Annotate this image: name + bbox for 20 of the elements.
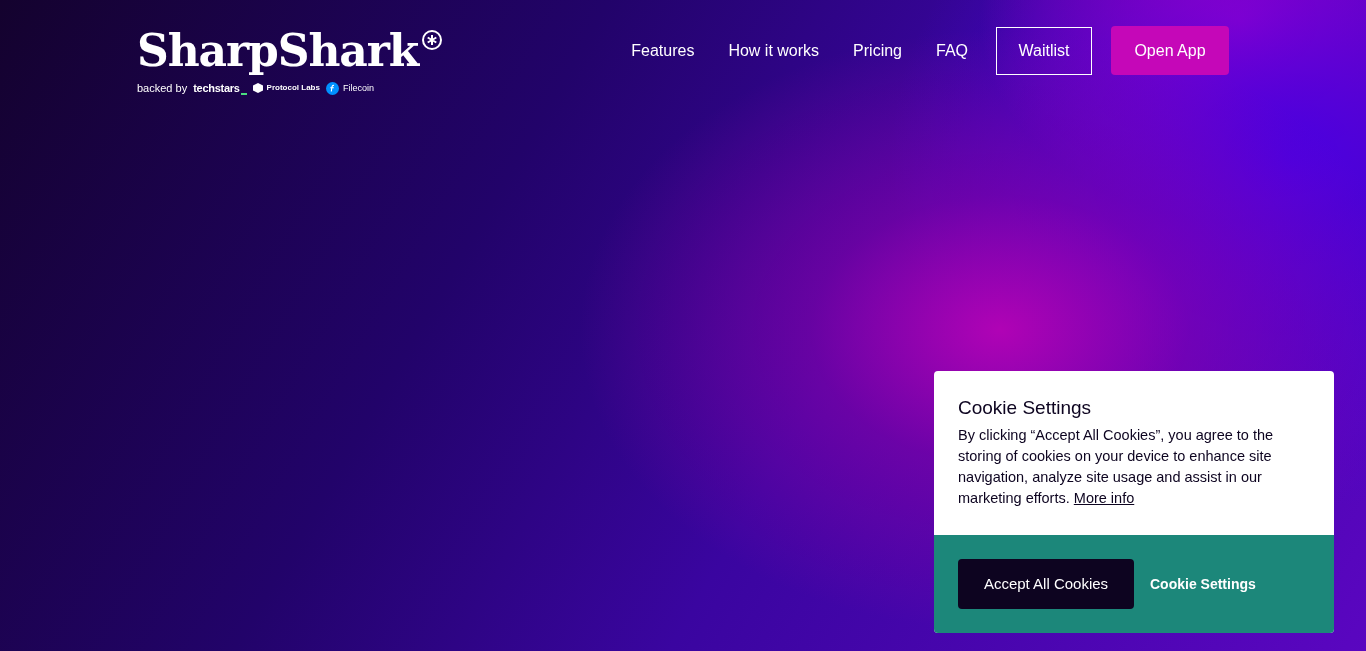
- underscore-mark: [240, 92, 247, 95]
- more-info-link[interactable]: More info: [1073, 490, 1135, 506]
- cookie-title: Cookie Settings: [958, 397, 1093, 419]
- backer-logo: Filecoin: [342, 81, 374, 95]
- nav-link[interactable]: Features: [614, 30, 712, 71]
- coin-icon: [325, 81, 339, 95]
- backer-logo: Protocol Labs: [266, 82, 320, 95]
- backer-logo: techstars: [193, 81, 240, 96]
- nav-link[interactable]: How it works: [711, 30, 837, 71]
- cube-icon: [252, 83, 263, 94]
- nav-link[interactable]: Pricing: [836, 30, 919, 71]
- logo[interactable]: SharpShark: [137, 26, 419, 76]
- accept-cookies-button[interactable]: Accept All Cookies: [958, 559, 1134, 609]
- waitlist-button[interactable]: Waitlist: [996, 26, 1092, 75]
- asterisk-icon: [422, 30, 443, 50]
- cookie-settings-button[interactable]: Cookie Settings: [1150, 573, 1256, 595]
- cookie-text: By clicking “Accept All Cookies”, you agree to the storing of cookies on your device to enhance site navigation, analyze site usage and assist in our marketing efforts. More info: [958, 426, 1275, 508]
- open-app-button[interactable]: Open App: [1111, 26, 1229, 75]
- backed-by-label: backed by: [137, 81, 188, 96]
- nav-link[interactable]: FAQ: [919, 30, 985, 71]
